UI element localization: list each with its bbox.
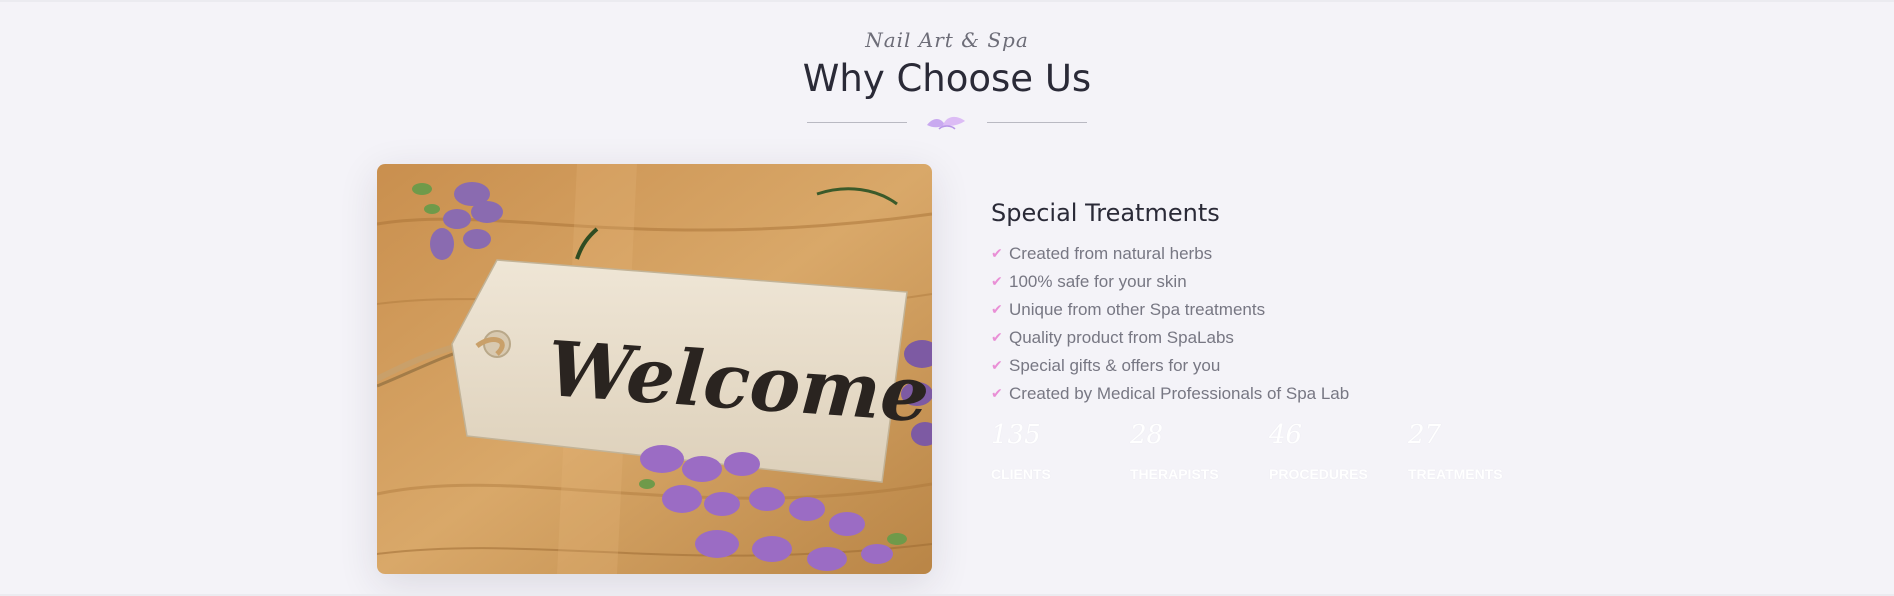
- stat-label: TREATMENTS: [1408, 466, 1503, 482]
- feature-item: ✔ 100% safe for your skin: [991, 268, 1591, 296]
- section-header: Nail Art & Spa Why Choose Us: [0, 24, 1894, 102]
- feature-text: 100% safe for your skin: [1009, 272, 1187, 291]
- section-subtitle: Nail Art & Spa: [865, 28, 1029, 52]
- stats-row: 135 CLIENTS 28 THERAPISTS 46 PROCEDURES …: [991, 420, 1547, 482]
- feature-item: ✔ Special gifts & offers for you: [991, 352, 1591, 380]
- feature-item: ✔ Unique from other Spa treatments: [991, 296, 1591, 324]
- title-divider: [807, 116, 1087, 137]
- stat-label: CLIENTS: [991, 466, 1051, 482]
- divider-line-right: [987, 122, 1087, 123]
- check-icon: ✔: [991, 274, 1003, 290]
- stat-clients: 135 CLIENTS: [991, 420, 1130, 482]
- treatments-title: Special Treatments: [991, 199, 1220, 227]
- stat-label: THERAPISTS: [1130, 466, 1219, 482]
- section-title: Why Choose Us: [802, 57, 1092, 100]
- stat-label: PROCEDURES: [1269, 466, 1368, 482]
- feature-text: Created from natural herbs: [1009, 244, 1213, 263]
- stat-value: 135: [991, 420, 1041, 450]
- stat-value: 28: [1130, 420, 1164, 450]
- feature-text: Created by Medical Professionals of Spa …: [1009, 384, 1350, 403]
- special-treatments: Special Treatments ✔ Created from natural…: [991, 196, 1591, 408]
- divider-line-left: [807, 122, 907, 123]
- top-border: [0, 0, 1894, 2]
- check-icon: ✔: [991, 330, 1003, 346]
- check-icon: ✔: [991, 386, 1003, 402]
- welcome-photo: Welcome: [377, 164, 932, 574]
- leaf-ornament-icon: [927, 116, 965, 130]
- stat-treatments: 27 TREATMENTS: [1408, 420, 1547, 482]
- feature-text: Special gifts & offers for you: [1009, 356, 1221, 375]
- stat-value: 27: [1408, 420, 1442, 450]
- feature-item: ✔ Created by Medical Professionals of Spa…: [991, 380, 1591, 408]
- check-icon: ✔: [991, 302, 1003, 318]
- check-icon: ✔: [991, 246, 1003, 262]
- feature-item: ✔ Created from natural herbs: [991, 240, 1591, 268]
- check-icon: ✔: [991, 358, 1003, 374]
- feature-item: ✔ Quality product from SpaLabs: [991, 324, 1591, 352]
- feature-text: Unique from other Spa treatments: [1009, 300, 1266, 319]
- feature-text: Quality product from SpaLabs: [1009, 328, 1234, 347]
- stat-therapists: 28 THERAPISTS: [1130, 420, 1269, 482]
- stat-procedures: 46 PROCEDURES: [1269, 420, 1408, 482]
- stat-value: 46: [1269, 420, 1303, 450]
